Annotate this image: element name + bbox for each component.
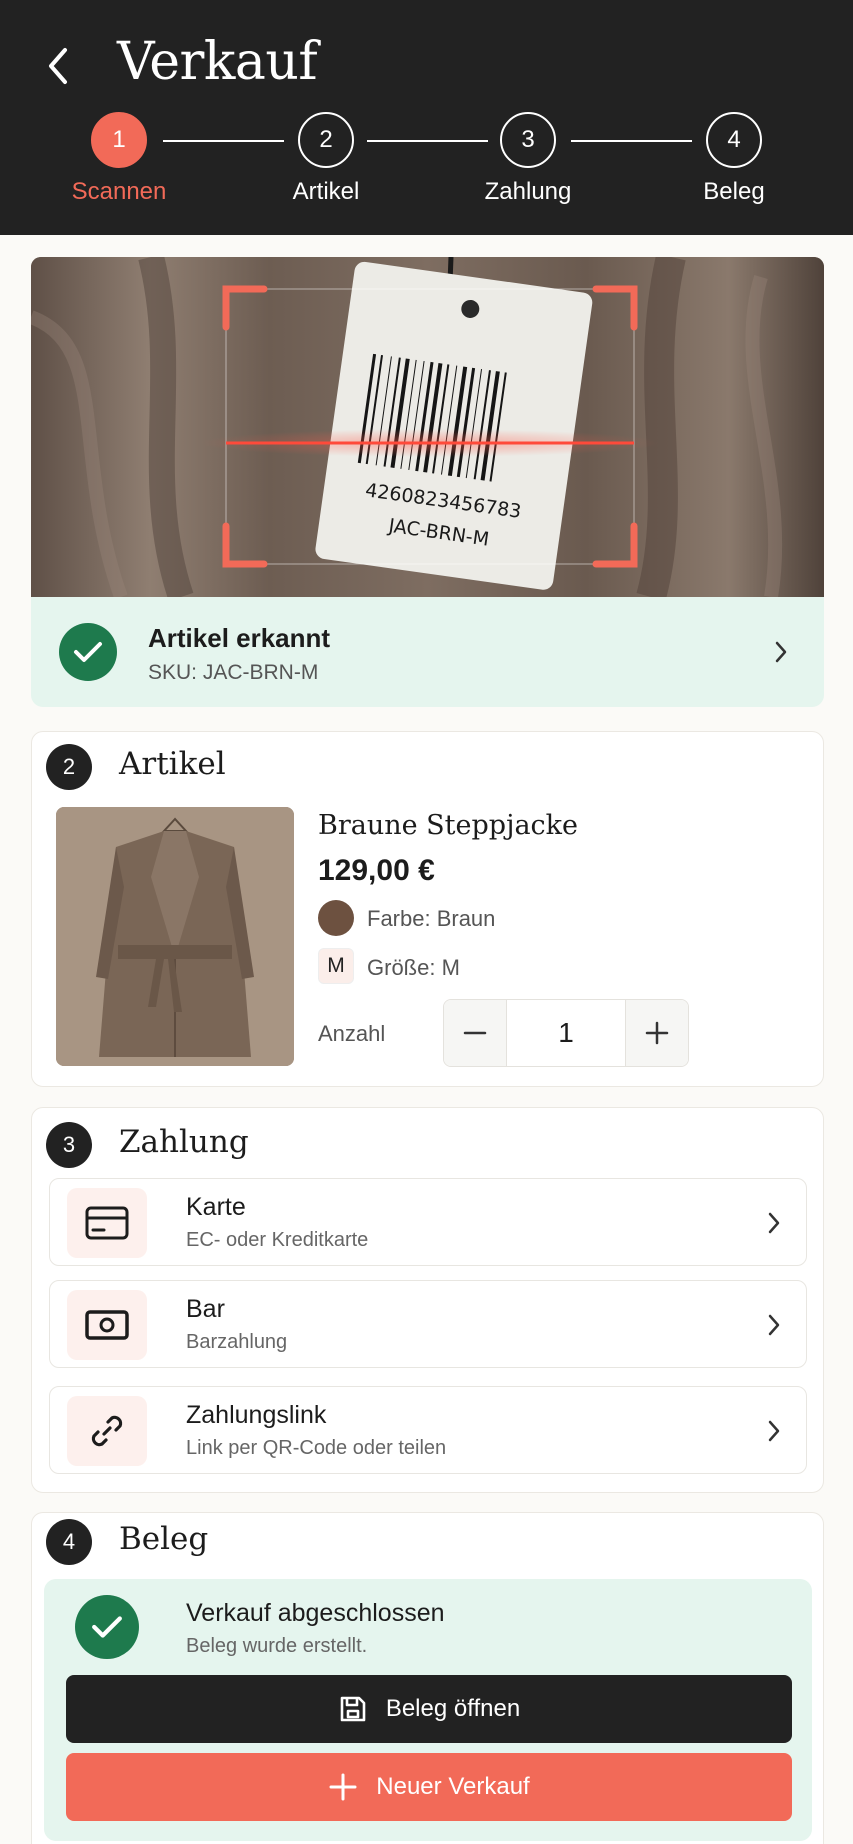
payment-section-title: Zahlung <box>119 1124 249 1160</box>
payment-option-subtitle: EC- oder Kreditkarte <box>186 1229 369 1251</box>
open-receipt-label: Beleg öffnen <box>385 1695 521 1722</box>
scanner-camera-image: 4260823456783 JAC-BRN-M <box>31 257 824 597</box>
decrease-quantity-button[interactable] <box>444 1000 506 1066</box>
chevron-right-icon <box>771 637 791 667</box>
step-label: Beleg <box>703 178 765 205</box>
section-number-badge: 2 <box>46 744 92 790</box>
payment-option-title: Karte <box>186 1193 246 1221</box>
price-tag: 4260823456783 JAC-BRN-M <box>315 261 593 590</box>
product-price: 129,00 € <box>318 854 435 887</box>
check-icon <box>75 1595 139 1659</box>
step-zahlung[interactable]: 3 Zahlung <box>468 112 588 206</box>
plus-icon <box>645 1021 669 1045</box>
step-label: Zahlung <box>484 178 572 205</box>
payment-option-link[interactable]: Zahlungslink Link per QR-Code oder teile… <box>49 1386 807 1474</box>
payment-option-subtitle: Barzahlung <box>186 1331 288 1353</box>
scan-result-sku: SKU: JAC-BRN-M <box>148 661 319 684</box>
chevron-right-icon <box>764 1416 784 1446</box>
sale-complete-title: Verkauf abgeschlossen <box>186 1599 445 1627</box>
app-header: Verkauf 1 Scannen 2 Artikel 3 Zahlung 4 … <box>0 0 853 235</box>
color-swatch <box>318 900 354 936</box>
step-number: 4 <box>706 112 762 168</box>
barcode-scanner-view[interactable]: 4260823456783 JAC-BRN-M <box>31 257 824 597</box>
plus-icon <box>329 1773 357 1801</box>
progress-stepper: 1 Scannen 2 Artikel 3 Zahlung 4 Beleg <box>0 112 853 222</box>
article-card: 2 Artikel Braune Steppjacke 129,00 € Far… <box>31 731 824 1087</box>
payment-option-card[interactable]: Karte EC- oder Kreditkarte <box>49 1178 807 1266</box>
payment-option-title: Zahlungslink <box>186 1401 327 1429</box>
chevron-right-icon <box>764 1310 784 1340</box>
step-artikel[interactable]: 2 Artikel <box>266 112 386 206</box>
section-number-badge: 3 <box>46 1122 92 1168</box>
step-label: Scannen <box>71 178 167 205</box>
step-number: 3 <box>500 112 556 168</box>
receipt-section-title: Beleg <box>119 1521 209 1557</box>
open-receipt-button[interactable]: Beleg öffnen <box>66 1675 792 1743</box>
article-section-title: Artikel <box>119 746 226 782</box>
size-chip: M <box>318 948 354 984</box>
payment-option-cash[interactable]: Bar Barzahlung <box>49 1280 807 1368</box>
chevron-right-icon <box>764 1208 784 1238</box>
quantity-label: Anzahl <box>318 1021 386 1046</box>
scan-result-title: Artikel erkannt <box>148 623 331 653</box>
increase-quantity-button[interactable] <box>626 1000 688 1066</box>
link-icon <box>67 1396 147 1466</box>
step-beleg[interactable]: 4 Beleg <box>674 112 794 206</box>
new-sale-label: Neuer Verkauf <box>376 1773 530 1800</box>
step-number: 2 <box>298 112 354 168</box>
section-number-badge: 4 <box>46 1519 92 1565</box>
check-icon <box>59 623 117 681</box>
step-label: Artikel <box>292 178 360 205</box>
scan-result-banner[interactable]: Artikel erkannt SKU: JAC-BRN-M <box>31 597 824 707</box>
payment-option-subtitle: Link per QR-Code oder teilen <box>186 1437 447 1459</box>
quantity-value[interactable]: 1 <box>506 1000 626 1066</box>
sale-complete-panel: Verkauf abgeschlossen Beleg wurde erstel… <box>44 1579 812 1841</box>
product-name: Braune Steppjacke <box>318 810 579 841</box>
size-label: Größe: M <box>367 955 460 980</box>
color-label: Farbe: Braun <box>367 906 496 931</box>
cash-icon <box>67 1290 147 1360</box>
product-image <box>56 807 294 1066</box>
credit-card-icon <box>67 1188 147 1258</box>
receipt-card: 4 Beleg Verkauf abgeschlossen Beleg wurd… <box>31 1512 824 1844</box>
back-button[interactable] <box>38 44 78 88</box>
sale-complete-subtitle: Beleg wurde erstellt. <box>186 1635 368 1657</box>
save-icon <box>340 1696 366 1722</box>
payment-card: 3 Zahlung Karte EC- oder Kreditkarte Bar… <box>31 1107 824 1493</box>
quantity-stepper[interactable]: 1 <box>443 999 689 1067</box>
payment-option-title: Bar <box>186 1295 225 1323</box>
new-sale-button[interactable]: Neuer Verkauf <box>66 1753 792 1821</box>
step-number: 1 <box>91 112 147 168</box>
minus-icon <box>463 1031 487 1035</box>
chevron-left-icon <box>49 48 67 84</box>
page-title: Verkauf <box>117 32 318 92</box>
step-scannen[interactable]: 1 Scannen <box>59 112 179 206</box>
